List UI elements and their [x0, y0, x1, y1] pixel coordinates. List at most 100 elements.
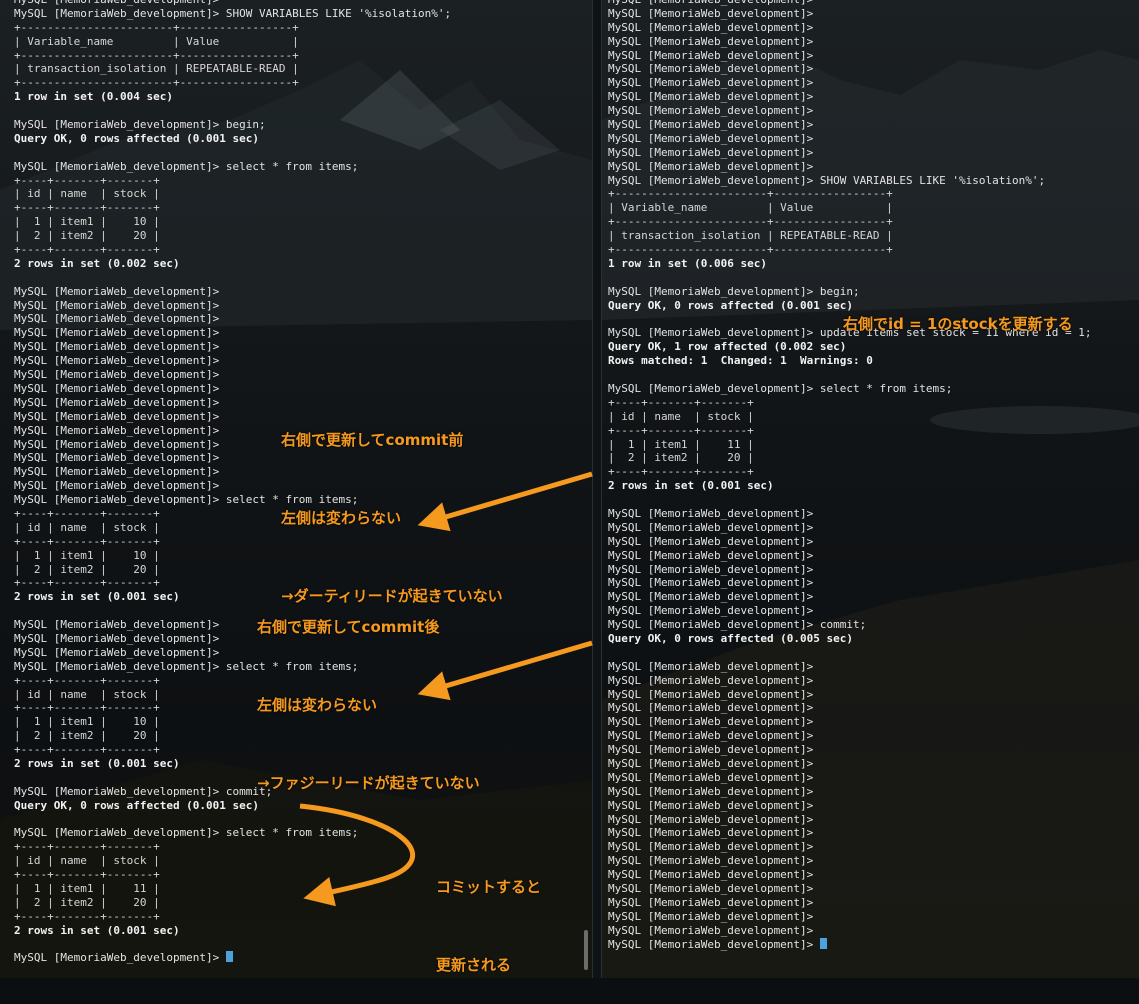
terminal-line: MySQL [MemoriaWeb_development]>: [608, 868, 1139, 882]
terminal-line-text: MySQL [MemoriaWeb_development]>: [14, 381, 220, 395]
terminal-line-text: MySQL [MemoriaWeb_development]>: [608, 131, 814, 145]
terminal-line: +----+-------+-------+: [608, 465, 1139, 479]
terminal-line: | 2 | item2 | 20 |: [14, 229, 592, 243]
terminal-line: Query OK, 0 rows affected (0.001 sec): [14, 132, 592, 146]
terminal-line-text: +----+-------+-------+: [14, 673, 160, 687]
terminal-line-text: MySQL [MemoriaWeb_development]>: [608, 909, 814, 923]
terminal-line-text: MySQL [MemoriaWeb_development]> SHOW VAR…: [14, 6, 452, 20]
terminal-line: +----+-------+-------+: [14, 201, 592, 215]
terminal-line: 2 rows in set (0.002 sec): [14, 257, 592, 271]
terminal-line-text: MySQL [MemoriaWeb_development]> SHOW VAR…: [608, 173, 1046, 187]
terminal-line-text: MySQL [MemoriaWeb_development]>: [608, 48, 814, 62]
terminal-line-text: MySQL [MemoriaWeb_development]>: [14, 409, 220, 423]
terminal-line-text: MySQL [MemoriaWeb_development]>: [608, 604, 814, 618]
terminal-line-text: MySQL [MemoriaWeb_development]>: [608, 687, 814, 701]
terminal-line-text: MySQL [MemoriaWeb_development]>: [14, 395, 220, 409]
terminal-line: MySQL [MemoriaWeb_development]> SHOW VAR…: [14, 7, 592, 21]
terminal-line: MySQL [MemoriaWeb_development]>: [608, 49, 1139, 63]
terminal-line: +-----------------------+---------------…: [608, 243, 1139, 257]
terminal-line: MySQL [MemoriaWeb_development]>: [608, 882, 1139, 896]
terminal-line-text: MySQL [MemoriaWeb_development]>: [608, 90, 814, 104]
terminal-line-text: | 1 | item1 | 11 |: [14, 882, 160, 895]
terminal-line-text: | id | name | stock |: [14, 687, 160, 701]
terminal-cursor-icon: [819, 937, 827, 949]
terminal-line-text: MySQL [MemoriaWeb_development]>: [608, 798, 814, 812]
terminal-line: MySQL [MemoriaWeb_development]>: [608, 785, 1139, 799]
terminal-line-text: MySQL [MemoriaWeb_development]>: [608, 506, 814, 520]
terminal-line: MySQL [MemoriaWeb_development]>: [608, 910, 1139, 924]
terminal-line: +-----------------------+---------------…: [608, 215, 1139, 229]
terminal-line-text: MySQL [MemoriaWeb_development]>: [608, 659, 814, 673]
terminal-line: Rows matched: 1 Changed: 1 Warnings: 0: [608, 354, 1139, 368]
terminal-line: MySQL [MemoriaWeb_development]>: [608, 535, 1139, 549]
terminal-line-text: +----+-------+-------+: [608, 395, 754, 409]
terminal-line: | 2 | item2 | 20 |: [608, 451, 1139, 465]
terminal-line-text: MySQL [MemoriaWeb_development]>: [608, 715, 814, 729]
terminal-line-text: | id | name | stock |: [608, 409, 754, 423]
terminal-line-text: | 1 | item1 | 11 |: [608, 437, 754, 451]
terminal-line-text: MySQL [MemoriaWeb_development]>: [14, 312, 220, 326]
terminal-line: MySQL [MemoriaWeb_development]>: [14, 299, 592, 313]
annotation-line: 左側は変わらない: [281, 509, 402, 527]
terminal-line-text: 1 row in set (0.006 sec): [608, 256, 767, 270]
terminal-line-text: MySQL [MemoriaWeb_development]>: [608, 743, 814, 757]
terminal-line-text: MySQL [MemoriaWeb_development]>: [608, 534, 814, 548]
terminal-line: MySQL [MemoriaWeb_development]>: [608, 743, 1139, 757]
annotation-line: 更新される: [436, 956, 512, 974]
terminal-line-text: MySQL [MemoriaWeb_development]>: [608, 104, 814, 118]
terminal-line-text: MySQL [MemoriaWeb_development]> select *…: [14, 159, 359, 173]
terminal-line-text: +-----------------------+---------------…: [608, 187, 893, 201]
terminal-line-text: +----+-------+-------+: [608, 423, 754, 437]
terminal-line-text: MySQL [MemoriaWeb_development]>: [608, 576, 814, 590]
terminal-line-text: Query OK, 0 rows affected (0.001 sec): [14, 798, 260, 812]
terminal-line: MySQL [MemoriaWeb_development]>: [14, 340, 592, 354]
terminal-line: MySQL [MemoriaWeb_development]> begin;: [14, 118, 592, 132]
terminal-line-text: +----+-------+-------+: [14, 909, 160, 923]
terminal-line-text: +-----------------------+---------------…: [14, 48, 299, 62]
terminal-line: +-----------------------+---------------…: [14, 21, 592, 35]
annotation-right-update: 右側でid = 1のstockを更新する: [843, 315, 1073, 333]
terminal-line-text: MySQL [MemoriaWeb_development]>: [608, 937, 820, 951]
terminal-line: MySQL [MemoriaWeb_development]>: [608, 132, 1139, 146]
terminal-line-text: Query OK, 1 row affected (0.002 sec): [608, 340, 847, 354]
terminal-line-text: MySQL [MemoriaWeb_development]>: [608, 882, 814, 895]
terminal-line: MySQL [MemoriaWeb_development]>: [608, 507, 1139, 521]
terminal-line-text: MySQL [MemoriaWeb_development]> select *…: [608, 381, 953, 395]
terminal-line: | id | name | stock |: [608, 410, 1139, 424]
terminal-line: MySQL [MemoriaWeb_development]>: [608, 826, 1139, 840]
terminal-line-text: +----+-------+-------+: [14, 576, 160, 590]
terminal-line-text: MySQL [MemoriaWeb_development]>: [608, 62, 814, 76]
left-pane-scrollbar[interactable]: [584, 930, 588, 970]
terminal-line: MySQL [MemoriaWeb_development]>: [608, 21, 1139, 35]
terminal-line-text: MySQL [MemoriaWeb_development]>: [14, 645, 220, 659]
terminal-line-text: MySQL [MemoriaWeb_development]>: [14, 423, 220, 437]
terminal-line-text: MySQL [MemoriaWeb_development]>: [14, 451, 220, 465]
terminal-line-text: 2 rows in set (0.001 sec): [14, 590, 180, 604]
annotation-line: コミットすると: [436, 878, 542, 896]
terminal-line: MySQL [MemoriaWeb_development]>: [14, 285, 592, 299]
terminal-line: +-----------------------+---------------…: [14, 76, 592, 90]
terminal-line: MySQL [MemoriaWeb_development]>: [608, 0, 1139, 7]
terminal-line: MySQL [MemoriaWeb_development]>: [608, 160, 1139, 174]
terminal-line-text: +----+-------+-------+: [14, 868, 160, 882]
terminal-line: 2 rows in set (0.001 sec): [608, 479, 1139, 493]
terminal-line-text: MySQL [MemoriaWeb_development]>: [608, 701, 814, 715]
terminal-line-text: MySQL [MemoriaWeb_development]>: [14, 479, 220, 493]
terminal-line: MySQL [MemoriaWeb_development]>: [14, 326, 592, 340]
right-terminal-pane[interactable]: MySQL [MemoriaWeb_development]> MySQL [Me…: [600, 0, 1139, 978]
terminal-line-text: MySQL [MemoriaWeb_development]>: [608, 520, 814, 534]
terminal-line: MySQL [MemoriaWeb_development]>: [608, 76, 1139, 90]
terminal-line: +----+-------+-------+: [608, 424, 1139, 438]
terminal-line-text: MySQL [MemoriaWeb_development]>: [608, 6, 814, 20]
terminal-line: | 1 | item1 | 11 |: [608, 438, 1139, 452]
terminal-line-text: MySQL [MemoriaWeb_development]>: [608, 756, 814, 770]
terminal-line: MySQL [MemoriaWeb_development]>: [608, 854, 1139, 868]
terminal-line-text: MySQL [MemoriaWeb_development]>: [14, 354, 220, 368]
terminal-line-text: | 2 | item2 | 20 |: [14, 229, 160, 243]
terminal-line-text: MySQL [MemoriaWeb_development]>: [14, 326, 220, 340]
terminal-line-text: MySQL [MemoriaWeb_development]>: [608, 562, 814, 576]
terminal-line-text: 2 rows in set (0.001 sec): [608, 479, 774, 493]
